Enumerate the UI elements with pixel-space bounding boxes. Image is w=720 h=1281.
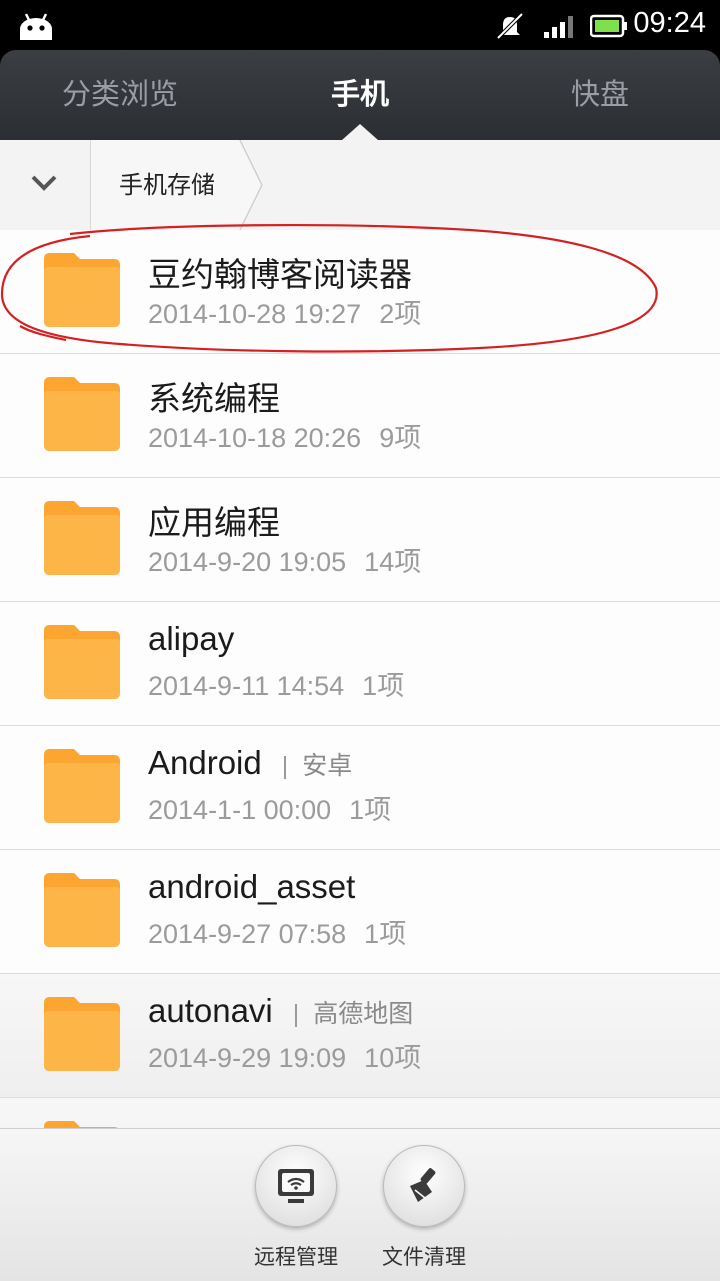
folder-icon: [44, 873, 120, 947]
file-meta: 2014-9-27 07:58 1项: [148, 912, 406, 951]
file-count: 1项: [362, 671, 405, 701]
file-count: 14项: [364, 547, 422, 577]
clock: 09:24: [633, 7, 706, 39]
folder-icon: [44, 501, 120, 575]
chevron-down-icon: [31, 175, 57, 191]
list-item[interactable]: 系统编程 2014-10-18 20:26 9项: [0, 354, 720, 478]
file-date: 2014-10-18 20:26: [148, 423, 362, 453]
folder-icon: [44, 377, 120, 451]
file-name: autonavi高德地图: [148, 992, 413, 1030]
file-clean-label: 文件清理: [382, 1245, 466, 1269]
file-name: alipay: [148, 620, 235, 657]
broom-icon: [410, 1168, 436, 1202]
file-clean-circle: [383, 1145, 465, 1227]
file-count: 2项: [379, 299, 422, 329]
file-meta: 2014-10-18 20:26 9项: [148, 416, 421, 455]
file-count: 1项: [349, 795, 392, 825]
file-date: 2014-9-20 19:05: [148, 547, 347, 577]
file-clean-button[interactable]: 文件清理: [354, 1145, 494, 1271]
list-item-partial[interactable]: [0, 1098, 720, 1128]
file-meta: 2014-9-29 19:09 10项: [148, 1036, 421, 1075]
folder-icon: [44, 997, 120, 1071]
list-item[interactable]: 应用编程 2014-9-20 19:05 14项: [0, 478, 720, 602]
bottom-action-bar: 远程管理 文件清理: [0, 1128, 720, 1281]
android-icon: [20, 13, 52, 40]
file-date: 2014-9-11 14:54: [148, 671, 345, 701]
file-meta: 2014-9-20 19:05 14项: [148, 540, 421, 579]
remote-manage-icon: [278, 1169, 314, 1203]
file-date: 2014-10-28 19:27: [148, 299, 362, 329]
file-date: 2014-9-29 19:09: [148, 1043, 347, 1073]
file-meta: 2014-10-28 19:27 2项: [148, 292, 421, 331]
file-count: 9项: [379, 423, 422, 453]
breadcrumb-item-phone-storage[interactable]: 手机存储: [91, 140, 241, 230]
folder-icon: [44, 253, 120, 327]
file-alias: 安卓: [282, 752, 353, 780]
file-name: 豆约翰博客阅读器: [148, 256, 412, 293]
file-name: 应用编程: [148, 504, 280, 541]
file-name: android_asset: [148, 868, 356, 905]
file-name: 系统编程: [148, 380, 280, 417]
file-alias: 高德地图: [293, 1000, 414, 1028]
remote-manage-button[interactable]: 远程管理: [226, 1145, 366, 1271]
breadcrumb-label: 手机存储: [119, 171, 215, 199]
file-count: 1项: [364, 919, 407, 949]
file-date: 2014-1-1 00:00: [148, 795, 332, 825]
file-meta: 2014-1-1 00:00 1项: [148, 788, 391, 827]
remote-manage-label: 远程管理: [254, 1245, 338, 1269]
folder-icon: [44, 749, 120, 823]
list-item[interactable]: Android安卓 2014-1-1 00:00 1项: [0, 726, 720, 850]
list-item[interactable]: alipay 2014-9-11 14:54 1项: [0, 602, 720, 726]
active-tab-indicator: [342, 124, 378, 140]
mute-icon: [496, 12, 524, 40]
battery-icon: [590, 14, 627, 38]
file-meta: 2014-9-11 14:54 1项: [148, 664, 404, 703]
folder-icon: [44, 625, 120, 699]
file-list: 豆约翰博客阅读器 2014-10-28 19:27 2项 系统编程 2014-10…: [0, 230, 720, 1128]
signal-icon: [544, 16, 573, 38]
file-name: Android安卓: [148, 744, 352, 782]
tab-kuaipan[interactable]: 快盘: [480, 50, 720, 140]
tab-category-browse[interactable]: 分类浏览: [0, 50, 240, 140]
list-item[interactable]: 豆约翰博客阅读器 2014-10-28 19:27 2项: [0, 230, 720, 354]
list-item[interactable]: autonavi高德地图 2014-9-29 19:09 10项: [0, 974, 720, 1098]
folder-icon: [44, 1121, 118, 1128]
remote-manage-circle: [255, 1145, 337, 1227]
breadcrumb-toggle-button[interactable]: [0, 140, 91, 230]
file-count: 10项: [364, 1043, 422, 1073]
file-date: 2014-9-27 07:58: [148, 919, 347, 949]
list-item[interactable]: android_asset 2014-9-27 07:58 1项: [0, 850, 720, 974]
breadcrumb-separator-icon: [238, 140, 264, 230]
status-bar: 09:24: [0, 0, 720, 50]
breadcrumb: 手机存储: [0, 140, 720, 231]
